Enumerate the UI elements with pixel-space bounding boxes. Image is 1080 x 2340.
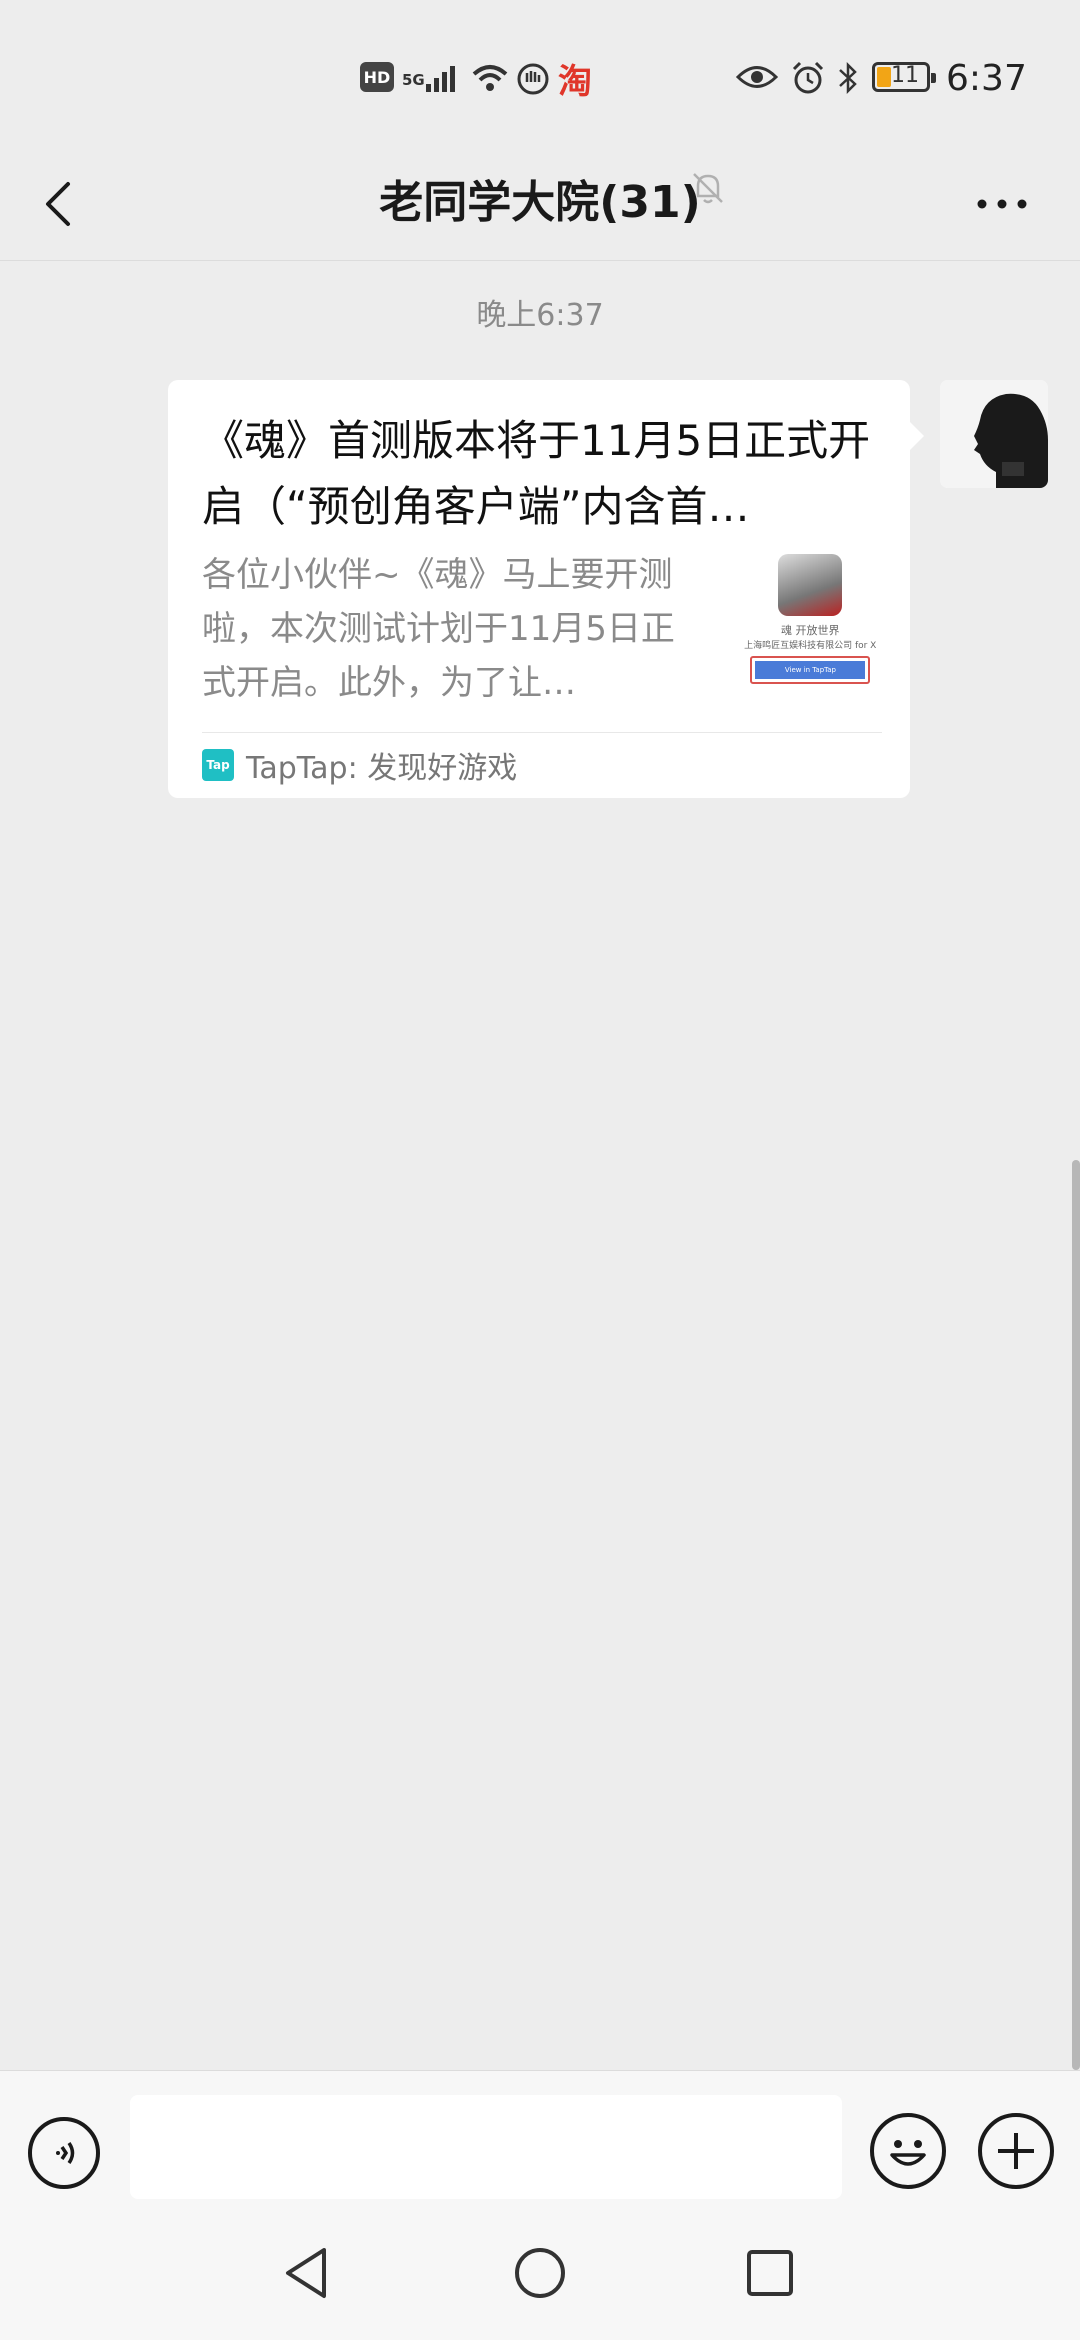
alarm-icon	[792, 61, 824, 94]
chat-title: 老同学大院(31)	[379, 177, 701, 228]
bubble-arrow	[910, 422, 924, 450]
system-nav-bar	[0, 2210, 1080, 2340]
nav-recent-icon[interactable]	[735, 2238, 805, 2308]
thumb-caption: 魂 开放世界	[780, 624, 840, 637]
signal-icon	[426, 66, 455, 92]
message-timestamp: 晚上6:37	[476, 298, 604, 333]
card-thumbnail: 魂 开放世界 上海鸣匠互娱科技有限公司 for X View in TapTap	[740, 552, 880, 692]
scrollbar[interactable]	[1072, 1160, 1080, 2070]
input-bar	[0, 2070, 1080, 2211]
eye-icon	[736, 66, 778, 88]
bell-off-icon	[693, 173, 723, 204]
card-description: 各位小伙伴~《魂》马上要开测啦，本次测试计划于11月5日正式开启。此外，为了让…	[202, 555, 675, 703]
voice-button[interactable]	[28, 2117, 100, 2189]
voice-icon	[56, 2141, 75, 2165]
hd-badge: HD	[360, 62, 394, 92]
card-divider	[202, 732, 882, 733]
avatar-image	[940, 380, 1048, 488]
clock: 6:37	[946, 57, 1027, 99]
message-input[interactable]	[130, 2095, 842, 2199]
emoji-button[interactable]	[870, 2113, 946, 2189]
chat-header: 老同学大院(31)	[0, 150, 1080, 261]
nav-back-icon[interactable]	[272, 2238, 342, 2308]
battery-level: 11	[891, 63, 919, 88]
wifi-icon	[472, 65, 508, 91]
more-dots-icon[interactable]	[970, 174, 1034, 234]
card-body: 各位小伙伴~《魂》马上要开测啦，本次测试计划于11月5日正式开启。此外，为了让……	[202, 548, 880, 710]
game-app-icon	[778, 554, 843, 616]
status-bar: HD 5G 淘 11 6:37	[0, 0, 1080, 150]
plus-icon	[998, 2133, 1034, 2169]
link-card-message[interactable]: 《魂》首测版本将于11月5日正式开启（“预创角客户端”内含首… 各位小伙伴~《魂…	[168, 380, 924, 798]
battery-icon: 11	[872, 62, 936, 92]
thumb-button: View in TapTap	[750, 656, 871, 684]
card-title: 《魂》首测版本将于11月5日正式开启（“预创角客户端”内含首…	[202, 416, 871, 531]
emoji-icon	[890, 2140, 926, 2166]
thumb-publisher: 上海鸣匠互娱科技有限公司 for X	[744, 641, 877, 651]
network-type: 5G	[402, 71, 425, 89]
taptap-logo-icon: Tap	[202, 749, 234, 781]
card-source: Tap TapTap: 发现好游戏	[202, 742, 517, 788]
thumb-button-label: View in TapTap	[755, 661, 866, 679]
avatar[interactable]	[940, 380, 1048, 488]
chat-title-wrap: 老同学大院(31)	[0, 168, 1080, 238]
source-label: TapTap: 发现好游戏	[246, 751, 518, 786]
taobao-icon: 淘	[558, 61, 592, 102]
bluetooth-icon	[839, 61, 857, 95]
nav-home-icon[interactable]	[505, 2238, 575, 2308]
plus-button[interactable]	[978, 2113, 1054, 2189]
hand-icon	[517, 63, 549, 95]
